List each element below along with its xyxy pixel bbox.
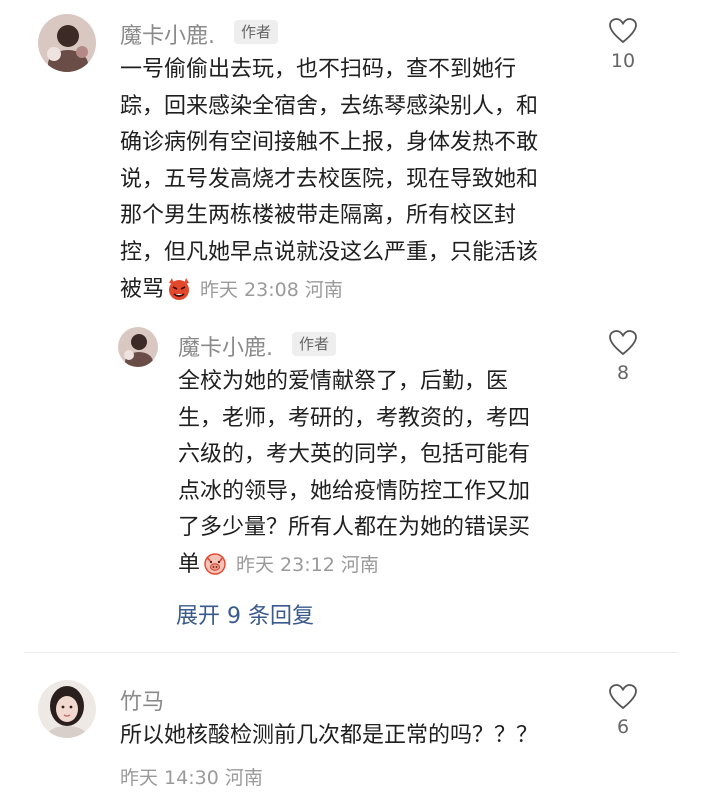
reply-line: 六级的，考大英的同学，包括可能有 <box>178 442 531 468</box>
comment-meta: 昨天 14:30 河南 <box>120 763 263 790</box>
reply-line: 生，老师，考研的，考教资的，考四 <box>178 405 531 431</box>
comment-line-last: 被骂 昨天 23:08 河南 <box>120 272 538 314</box>
reply-line: 单 <box>178 551 201 577</box>
comment-line: 说，五号发高烧才去校医院，现在导致她和 <box>120 166 539 192</box>
heart-icon <box>609 18 637 44</box>
reply-line: 了多少量？所有人都在为她的错误买 <box>178 515 531 541</box>
username[interactable]: 竹马 <box>120 684 164 716</box>
timestamp: 昨天 23:08 <box>200 278 299 301</box>
comment-line: 踪，回来感染全宿舍，去练琴感染别人，和 <box>120 93 539 119</box>
like-count: 6 <box>616 716 630 738</box>
avatar[interactable] <box>118 327 158 367</box>
comment-line: 一号偷偷出去玩，也不扫码，查不到她行 <box>120 57 517 82</box>
location: 河南 <box>340 553 379 576</box>
timestamp: 昨天 14:30 <box>120 767 219 789</box>
reply-line-last: 单 昨天 23:12 河南 <box>178 547 530 589</box>
comment-line: 确诊病例有空间接触不上报，身体发热不敢 <box>120 130 539 156</box>
like-count: 10 <box>610 50 636 72</box>
username[interactable]: 魔卡小鹿. <box>178 330 273 362</box>
location: 河南 <box>224 767 263 789</box>
comment-text[interactable]: 所以她核酸检测前几次都是正常的吗？？？ <box>120 718 538 755</box>
pig-face-emoji-icon <box>202 552 228 589</box>
avatar[interactable] <box>38 680 96 738</box>
comment-line: 那个男生两栋楼被带走隔离，所有校区封 <box>120 203 517 229</box>
like-button[interactable]: 6 <box>597 684 649 738</box>
divider <box>24 652 678 653</box>
like-count: 8 <box>616 362 630 384</box>
reply-line: 全校为她的爱情献祭了，后勤，医 <box>178 369 509 394</box>
like-button[interactable]: 8 <box>597 330 649 384</box>
location: 河南 <box>304 278 343 301</box>
heart-icon <box>609 684 637 710</box>
comment-line: 控，但凡她早点说就没这么严重，只能活该 <box>120 239 539 265</box>
angry-devil-emoji-icon <box>166 277 192 314</box>
heart-icon <box>609 330 637 356</box>
username[interactable]: 魔卡小鹿. <box>120 18 215 50</box>
timestamp: 昨天 23:12 <box>236 553 335 576</box>
expand-replies-link[interactable]: 展开 9 条回复 <box>176 598 314 630</box>
comment-text[interactable]: 一号偷偷出去玩，也不扫码，查不到她行 踪，回来感染全宿舍，去练琴感染别人，和 确… <box>120 52 538 313</box>
author-badge: 作者 <box>234 20 279 44</box>
author-badge: 作者 <box>292 332 337 356</box>
like-button[interactable]: 10 <box>597 18 649 72</box>
reply-text[interactable]: 全校为她的爱情献祭了，后勤，医 生，老师，考研的，考教资的，考四 六级的，考大英… <box>178 364 530 589</box>
comment-line: 被骂 <box>120 276 165 302</box>
reply-line: 点冰的领导，她给疫情防控工作又加 <box>178 478 531 504</box>
avatar[interactable] <box>38 14 96 72</box>
